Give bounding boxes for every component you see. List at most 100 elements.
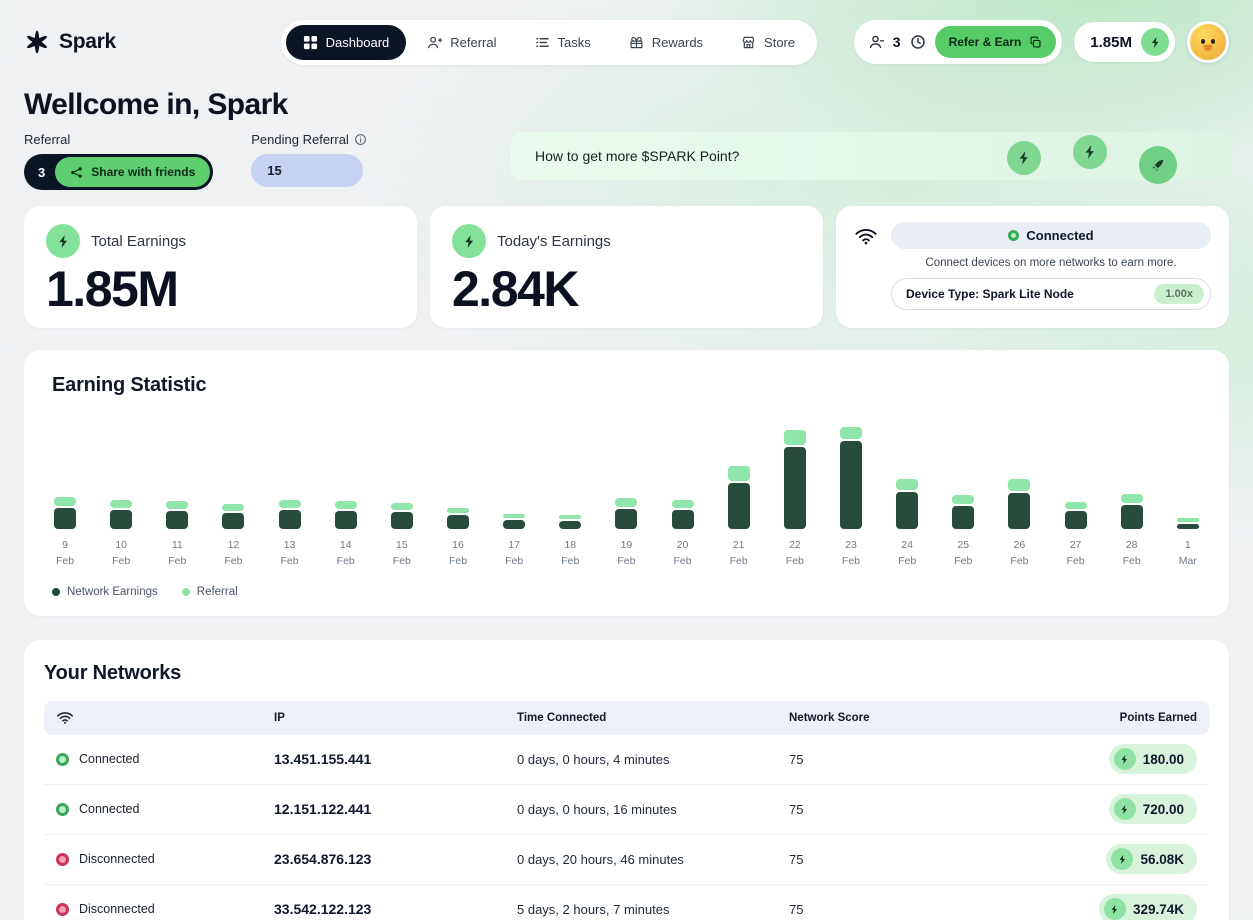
x-axis-label: 9Feb [56,537,74,570]
spark-logo-icon [24,29,50,55]
table-row[interactable]: Connected13.451.155.4410 days, 0 hours, … [44,735,1209,785]
spark-points-banner[interactable]: How to get more $SPARK Point? [511,132,1229,180]
copy-icon [1029,36,1042,49]
nav-item-tasks[interactable]: Tasks [518,25,608,60]
avatar-eye [1211,39,1215,44]
points-value: 56.08K [1140,852,1184,867]
lightning-icon [452,224,486,258]
dashboard-page: Spark Dashboard Referral [0,0,1253,920]
legend-network-earnings: Network Earnings [52,586,158,598]
person-plus-icon [427,35,442,50]
x-axis-label: 22Feb [786,537,804,570]
total-earnings-value: 1.85M [46,264,395,314]
network-bar-segment [840,441,862,529]
legend-dot-referral [182,588,190,596]
referral-bar-segment [896,479,918,490]
status-dot [56,903,69,916]
x-axis-label: 12Feb [224,537,242,570]
chart-column: 9Feb [52,427,78,570]
nav-item-rewards[interactable]: Rewards [612,25,720,60]
bar-stack [728,427,750,529]
main-nav: Dashboard Referral Tasks [281,20,817,65]
x-axis-label: 1Mar [1179,537,1197,570]
lightning-icon [1114,748,1136,770]
chart-column: 15Feb [389,427,415,570]
referral-count: 3 [893,34,901,50]
x-axis-label: 26Feb [1010,537,1028,570]
lightning-icon [1007,141,1041,175]
today-earnings-card: Today's Earnings 2.84K [430,206,823,328]
summary-cards: Total Earnings 1.85M Today's Earnings 2.… [24,206,1229,328]
status-cell: Disconnected [56,902,274,916]
table-row[interactable]: Disconnected23.654.876.1230 days, 20 hou… [44,835,1209,885]
topbar-right: 3 Refer & Earn 1.85M [854,20,1229,64]
share-icon [70,166,83,179]
nav-item-referral[interactable]: Referral [410,25,513,60]
referral-summary-pill: 3 Refer & Earn [854,20,1063,64]
refer-earn-button[interactable]: Refer & Earn [935,26,1057,58]
column-header-points: Points Earned [1120,712,1197,724]
balance-pill[interactable]: 1.85M [1074,22,1175,62]
network-bar-segment [447,515,469,529]
chart-column: 12Feb [220,427,246,570]
referral-bar-segment [728,466,750,481]
status-dot [56,853,69,866]
info-icon[interactable] [354,133,367,146]
lightning-icon [46,224,80,258]
referral-bar-segment [559,515,581,519]
referral-bar-segment [1065,502,1087,509]
bar-stack [391,427,413,529]
legend-label: Network Earnings [67,586,158,598]
bar-stack [615,427,637,529]
avatar[interactable] [1187,21,1229,63]
device-type-pill: Device Type: Spark Lite Node 1.00x [891,278,1211,310]
gift-icon [629,35,644,50]
chart-column: 20Feb [670,427,696,570]
network-bar-segment [1065,511,1087,529]
balance-value: 1.85M [1090,34,1132,51]
bar-stack [110,427,132,529]
pending-referral-block: Pending Referral 15 [251,132,367,187]
chart-column: 26Feb [1006,427,1032,570]
brand[interactable]: Spark [24,29,244,55]
network-bar-segment [335,511,357,529]
referral-bar-segment [840,427,862,439]
x-axis-label: 18Feb [561,537,579,570]
share-button-label: Share with friends [91,165,195,179]
today-earnings-value: 2.84K [452,264,801,314]
network-bar-segment [1121,505,1143,529]
chart-column: 22Feb [782,427,808,570]
table-row[interactable]: Disconnected33.542.122.1235 days, 2 hour… [44,885,1209,920]
chart-column: 17Feb [501,427,527,570]
referral-bar-segment [335,501,357,509]
referral-bar-segment [672,500,694,508]
referral-bar-segment [615,498,637,507]
x-axis-label: 24Feb [898,537,916,570]
share-with-friends-button[interactable]: Share with friends [55,157,210,187]
chart-column: 27Feb [1063,427,1089,570]
points-earned-cell: 720.00 [1109,794,1197,824]
referral-label: Referral [24,132,213,147]
chart-column: 21Feb [726,427,752,570]
status-label: Connected [79,752,139,766]
referral-bar-segment [1008,479,1030,491]
points-value: 329.74K [1133,902,1184,917]
status-label: Connected [79,802,139,816]
time-connected-cell: 0 days, 0 hours, 4 minutes [517,752,789,767]
share-pill: 3 Share with friends [24,154,213,190]
ip-cell: 33.542.122.123 [274,901,517,917]
legend-dot-network [52,588,60,596]
x-axis-label: 20Feb [674,537,692,570]
x-axis-label: 17Feb [505,537,523,570]
referral-bar-segment [1177,518,1199,522]
network-bar-segment [896,492,918,529]
table-row[interactable]: Connected12.151.122.4410 days, 0 hours, … [44,785,1209,835]
referral-bar-segment [784,430,806,445]
nav-item-dashboard[interactable]: Dashboard [286,25,407,60]
bar-stack [1177,427,1199,529]
nav-item-store[interactable]: Store [724,25,812,60]
network-status-card: Connected Connect devices on more networ… [836,206,1229,328]
clock-icon[interactable] [910,34,926,50]
bar-stack [222,427,244,529]
network-score-cell: 75 [789,902,1029,917]
